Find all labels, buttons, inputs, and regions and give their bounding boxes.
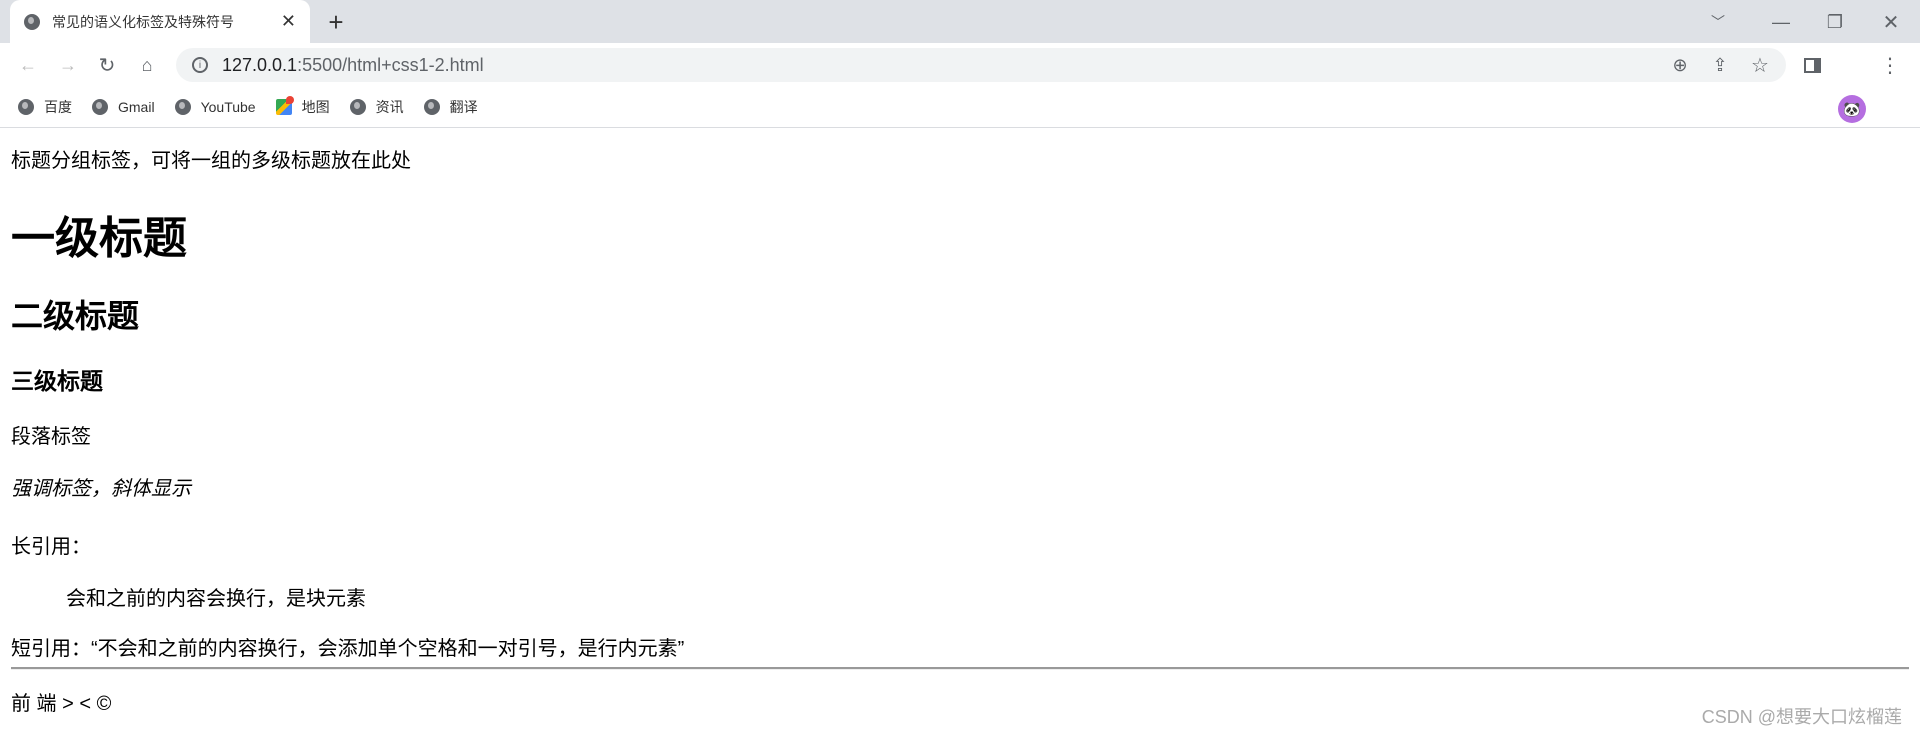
bookmark-maps[interactable]: 地图 [275,95,330,117]
heading-1: 一级标题 [11,214,187,263]
bookmarks-bar: 百度 Gmail YouTube 地图 资讯 翻译 [0,86,1920,128]
forward-icon[interactable]: → [54,51,82,79]
bookmark-label: Gmail [118,98,155,115]
globe-icon [92,98,108,115]
zoom-icon[interactable]: ⊕ [1666,51,1694,79]
blockquote: 会和之前的内容会换行，是块元素 [66,588,366,610]
horizontal-rule [11,667,1909,670]
tab-strip: 常见的语义化标签及特殊符号 ✕ + ﹀ — ❐ ✕ [0,0,1920,43]
short-quote-line: 短引用：“不会和之前的内容换行，会添加单个空格和一对引号，是行内元素” [11,638,685,660]
globe-icon [423,98,440,115]
url-path: :5500/html+css1-2.html [297,54,484,75]
back-icon[interactable]: ← [14,51,42,79]
bookmark-label: 百度 [44,98,72,115]
bookmark-translate[interactable]: 翻译 [423,97,478,117]
bookmark-label: YouTube [200,98,256,115]
browser-tab[interactable]: 常见的语义化标签及特殊符号 ✕ [10,0,310,43]
page-content: 标题分组标签，可将一组的多级标题放在此处 一级标题 二级标题 三级标题 段落标签… [0,128,1920,737]
bookmark-star-icon[interactable]: ☆ [1746,51,1774,79]
heading-3: 三级标题 [11,368,103,394]
bookmark-gmail[interactable]: Gmail [92,98,155,115]
share-icon[interactable]: ⇪ [1706,51,1734,79]
url-text[interactable]: 127.0.0.1:5500/html+css1-2.html [222,55,484,76]
reload-icon[interactable]: ↻ [93,51,121,79]
chevron-down-icon[interactable]: ﹀ [1704,8,1732,36]
toolbar: ← → ↻ ⌂ i 127.0.0.1:5500/html+css1-2.htm… [0,43,1920,123]
entities-text: 前 端 > < © [11,693,112,715]
hgroup-text: 标题分组标签，可将一组的多级标题放在此处 [11,150,411,172]
bookmark-label: 地图 [301,98,330,115]
bookmark-news[interactable]: 资讯 [349,97,404,117]
bookmark-youtube[interactable]: YouTube [174,98,256,115]
globe-icon [18,98,34,115]
address-bar[interactable]: i 127.0.0.1:5500/html+css1-2.html ⊕ ⇪ ☆ [176,48,1786,82]
globe-icon [24,13,40,30]
watermark: CSDN @想要大口炫榴莲 [1701,707,1902,727]
bookmark-baidu[interactable]: 百度 [18,97,72,117]
info-icon[interactable]: i [192,57,208,73]
bookmark-label: 资讯 [375,98,404,115]
heading-2: 二级标题 [11,298,140,334]
close-tab-icon[interactable]: ✕ [281,11,296,32]
globe-icon [349,98,366,115]
bookmark-label: 翻译 [449,98,478,115]
close-window-icon[interactable]: ✕ [1876,8,1906,36]
url-host: 127.0.0.1 [222,54,298,75]
maps-icon [275,95,294,115]
globe-icon [174,98,191,115]
menu-icon[interactable]: ⋮ [1880,51,1900,79]
blockquote-label: 长引用： [11,536,91,558]
side-panel-icon[interactable] [1804,58,1821,73]
paragraph: 段落标签 [11,426,91,448]
home-icon[interactable]: ⌂ [133,51,161,79]
minimize-icon[interactable]: — [1766,8,1796,36]
emphasis-text: 强调标签，斜体显示 [11,478,191,500]
new-tab-icon[interactable]: + [322,7,350,37]
restore-icon[interactable]: ❐ [1820,8,1850,36]
tab-title: 常见的语义化标签及特殊符号 [52,13,234,30]
